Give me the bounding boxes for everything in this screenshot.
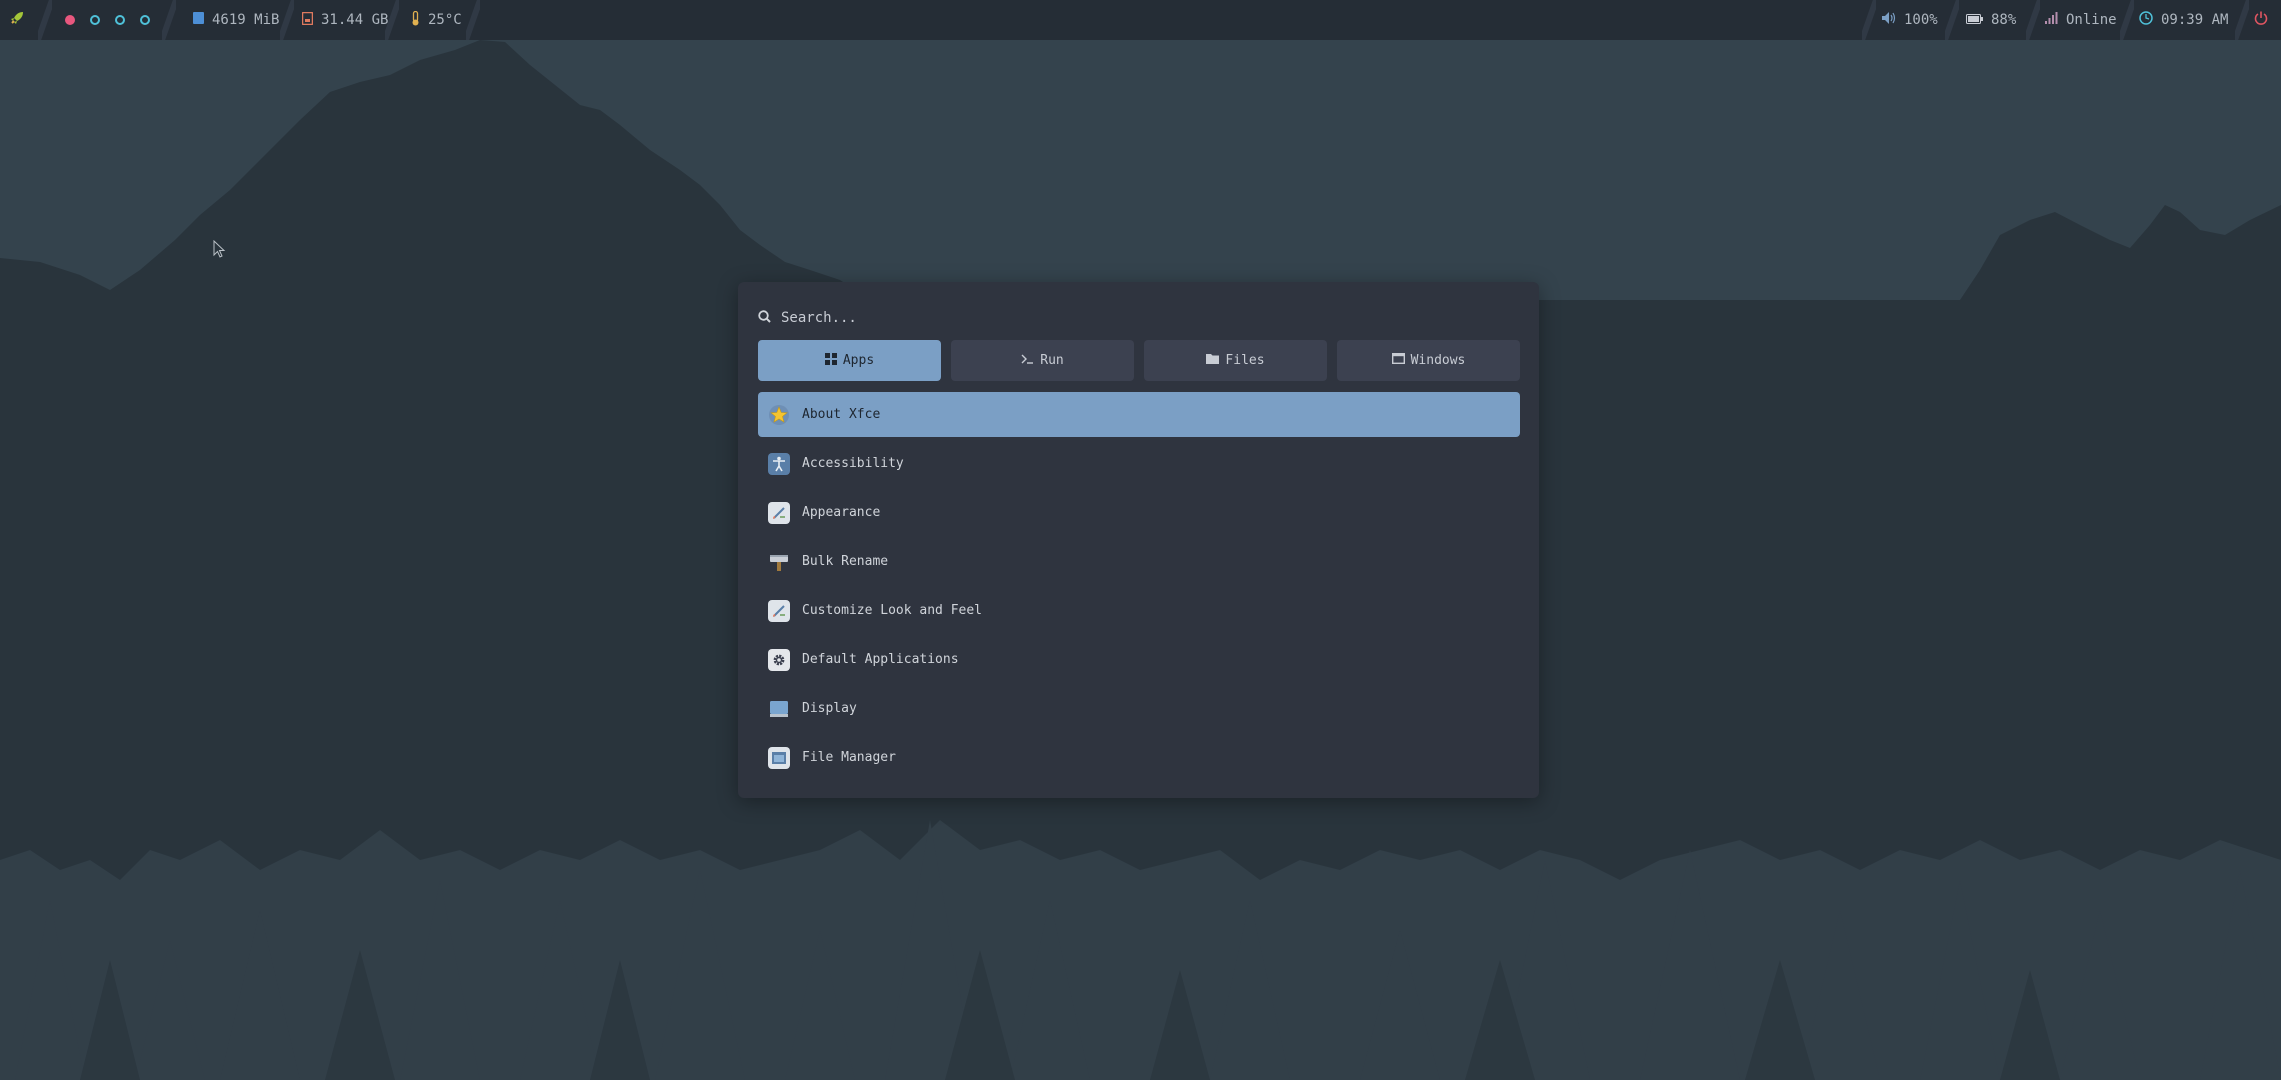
memory-module: 4619 MiB <box>193 0 279 40</box>
app-label: File Manager <box>802 750 896 765</box>
battery-value: 88% <box>1991 12 2017 28</box>
file-manager-icon <box>768 746 790 769</box>
search-icon <box>758 309 771 327</box>
workspace-1-dot[interactable] <box>65 15 75 25</box>
launcher-button[interactable] <box>9 0 25 40</box>
search-input[interactable] <box>781 310 1481 326</box>
app-label: About Xfce <box>802 407 881 422</box>
grid-icon <box>824 352 837 369</box>
workspace-3-dot[interactable] <box>115 15 125 25</box>
volume-value: 100% <box>1904 12 1938 28</box>
tab-label: Files <box>1225 353 1265 368</box>
disk-value: 31.44 GB <box>321 12 389 28</box>
rename-icon <box>768 551 790 573</box>
separator <box>1862 0 1876 40</box>
tab-label: Run <box>1040 353 1064 368</box>
terminal-icon <box>1021 353 1034 368</box>
clock-icon <box>2139 11 2153 29</box>
accessibility-icon <box>768 452 790 475</box>
app-item-appearance[interactable]: Appearance <box>758 490 1520 535</box>
clock-time: 09:39 AM <box>2161 12 2229 28</box>
separator <box>2026 0 2040 40</box>
top-panel: 4619 MiB 31.44 GB 25°C 100% 88% Online 0… <box>0 0 2281 40</box>
app-item-accessibility[interactable]: Accessibility <box>758 441 1520 486</box>
app-label: Customize Look and Feel <box>802 603 983 618</box>
thermometer-icon <box>411 10 420 30</box>
memory-value: 4619 MiB <box>212 12 280 28</box>
separator <box>2235 0 2249 40</box>
clock-module[interactable]: 09:39 AM <box>2139 0 2228 40</box>
volume-module[interactable]: 100% <box>1882 0 1938 40</box>
app-label: Bulk Rename <box>802 554 889 569</box>
app-label: Display <box>802 701 857 716</box>
workspaces <box>65 0 150 40</box>
separator <box>385 0 399 40</box>
mode-tabs: Apps Run Files Windows <box>758 340 1520 381</box>
network-status: Online <box>2066 12 2117 28</box>
app-label: Default Applications <box>802 652 959 667</box>
tab-label: Windows <box>1410 353 1466 368</box>
rocket-icon <box>9 10 25 30</box>
tab-run[interactable]: Run <box>951 340 1134 381</box>
temperature-value: 25°C <box>428 12 462 28</box>
search-bar[interactable] <box>758 304 1518 332</box>
tab-apps[interactable]: Apps <box>758 340 941 381</box>
tab-windows[interactable]: Windows <box>1337 340 1520 381</box>
power-button[interactable] <box>2254 0 2268 40</box>
customize-icon <box>768 599 790 622</box>
signal-icon <box>2045 12 2058 28</box>
app-label: Accessibility <box>802 456 904 471</box>
disk-icon <box>301 11 314 29</box>
mouse-cursor-icon <box>213 240 226 258</box>
workspace-4-dot[interactable] <box>140 15 150 25</box>
battery-module: 88% <box>1966 0 2016 40</box>
separator <box>162 0 176 40</box>
window-icon <box>1391 352 1405 368</box>
separator <box>280 0 294 40</box>
tab-files[interactable]: Files <box>1144 340 1327 381</box>
separator <box>1945 0 1959 40</box>
folder-icon <box>1206 353 1220 368</box>
network-module[interactable]: Online <box>2045 0 2117 40</box>
app-item-customize-look-and-feel[interactable]: Customize Look and Feel <box>758 588 1520 633</box>
app-item-display[interactable]: Display <box>758 686 1520 731</box>
star-icon <box>768 404 790 426</box>
separator <box>2120 0 2134 40</box>
separator <box>38 0 52 40</box>
battery-icon <box>1966 12 1983 28</box>
desktop: 4619 MiB 31.44 GB 25°C 100% 88% Online 0… <box>0 0 2281 1080</box>
app-item-default-applications[interactable]: Default Applications <box>758 637 1520 682</box>
app-item-file-manager[interactable]: File Manager <box>758 735 1520 780</box>
appearance-icon <box>768 501 790 524</box>
memory-icon <box>193 12 204 28</box>
gear-icon <box>768 648 790 671</box>
app-item-bulk-rename[interactable]: Bulk Rename <box>758 539 1520 584</box>
display-icon <box>768 698 790 720</box>
disk-module: 31.44 GB <box>301 0 389 40</box>
tab-label: Apps <box>842 353 875 368</box>
workspace-2-dot[interactable] <box>90 15 100 25</box>
separator <box>466 0 480 40</box>
temperature-module: 25°C <box>411 0 462 40</box>
app-launcher: Apps Run Files Windows <box>738 282 1539 798</box>
volume-icon <box>1882 12 1896 28</box>
app-label: Appearance <box>802 505 881 520</box>
app-list: About Xfce Accessibility Appearance Bulk… <box>758 392 1520 784</box>
power-icon <box>2254 11 2268 29</box>
app-item-about-xfce[interactable]: About Xfce <box>758 392 1520 437</box>
